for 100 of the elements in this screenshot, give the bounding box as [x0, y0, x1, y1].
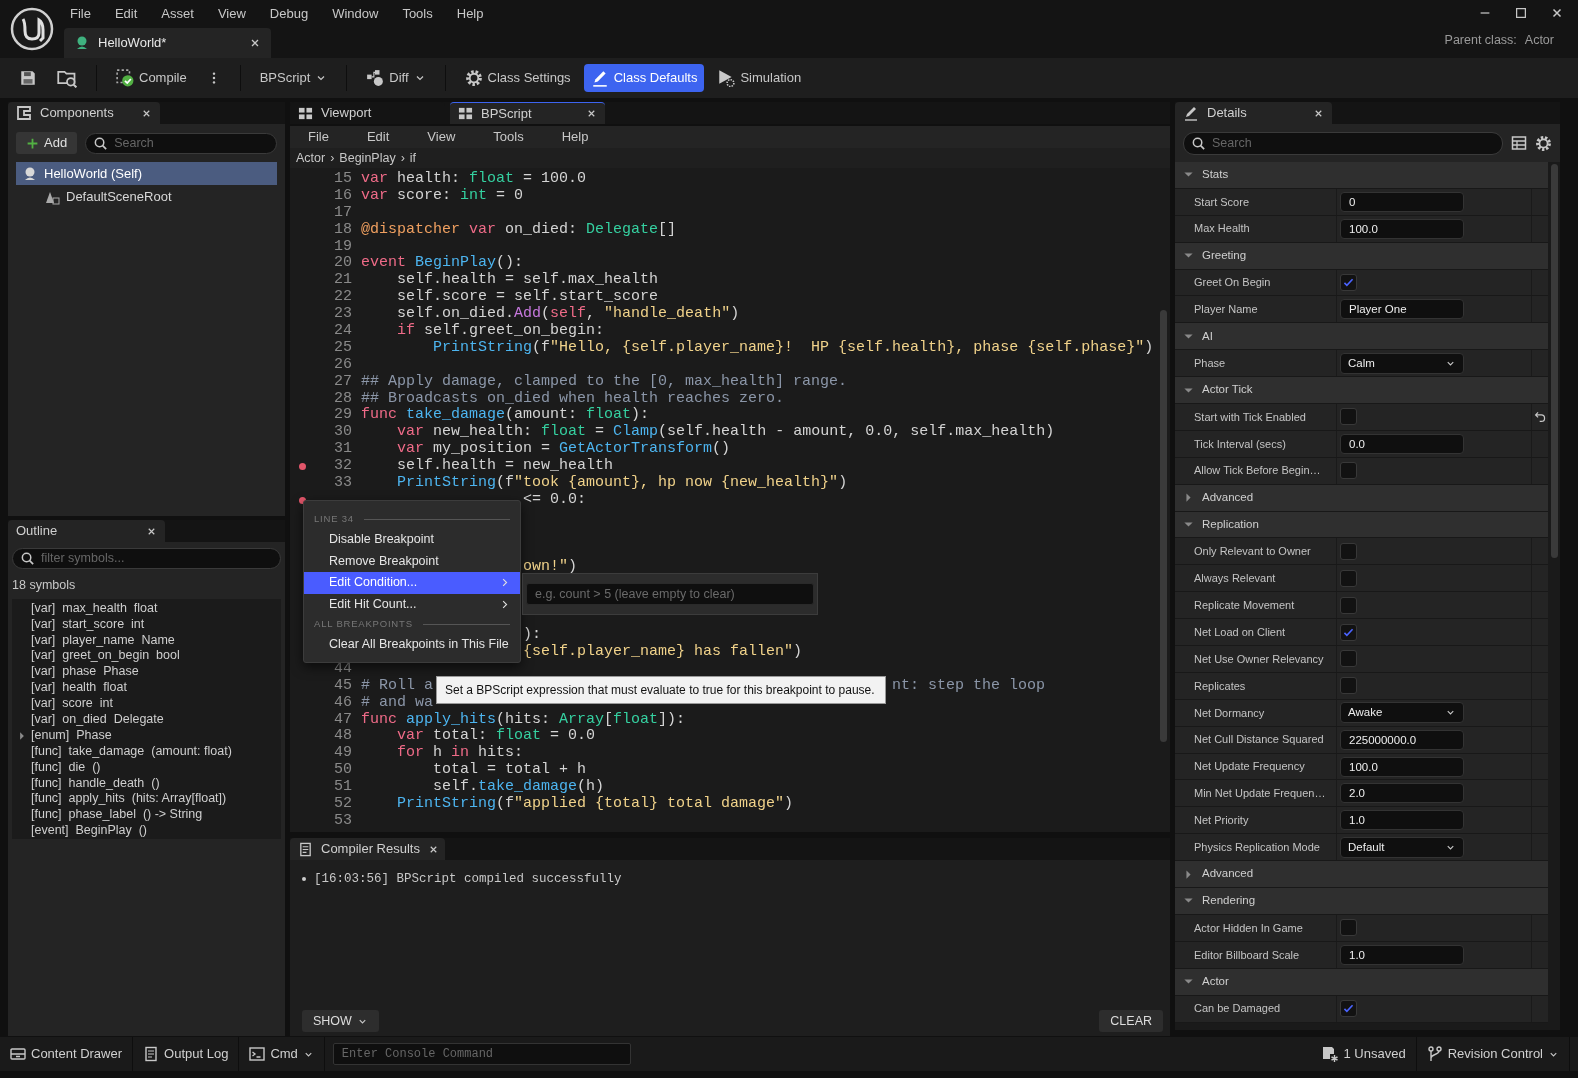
status-button[interactable]: Revision Control [1416, 1037, 1570, 1071]
filter-field[interactable]: filter symbols... [12, 548, 281, 569]
outline-item[interactable]: [func] handle_death () [31, 775, 160, 792]
checkbox[interactable] [1340, 650, 1357, 668]
menu-item[interactable]: Edit Condition... [304, 572, 520, 594]
checkbox[interactable] [1340, 542, 1357, 560]
menu-item[interactable]: Help [456, 4, 484, 24]
outline-item[interactable]: [func] take_damage (amount: float) [31, 743, 232, 760]
checkbox[interactable] [1340, 408, 1357, 426]
menu-item[interactable]: Clear All Breakpoints in This File [304, 634, 520, 656]
section-title[interactable]: Greeting [1202, 247, 1247, 265]
editor-tab[interactable]: BPScript [450, 102, 605, 124]
toolbar-button[interactable]: Class Settings [457, 64, 578, 92]
menu-item[interactable]: Remove Breakpoint [304, 550, 520, 572]
text-field[interactable]: 100.0 [1340, 756, 1464, 777]
menu-item[interactable]: Tools [493, 127, 524, 147]
add-button[interactable]: Add [16, 132, 78, 154]
checkbox[interactable] [1340, 462, 1357, 480]
parent-class-link[interactable]: Actor [1524, 31, 1554, 50]
section-title[interactable]: Advanced [1202, 489, 1254, 507]
section-title[interactable]: Advanced [1202, 865, 1254, 883]
menu-item[interactable]: Edit Hit Count... [304, 593, 520, 615]
asset-tab[interactable]: HelloWorld* [64, 28, 271, 58]
status-button[interactable]: Cmd [239, 1037, 325, 1071]
outline-item[interactable]: [func] phase_label () -> String [31, 807, 203, 824]
toolbar-button[interactable]: Compile [109, 64, 194, 92]
menu-item[interactable]: Disable Breakpoint [304, 529, 520, 551]
outline-item[interactable]: [var] health float [31, 680, 127, 697]
text-field[interactable]: 0 [1340, 191, 1464, 212]
text-field[interactable]: 1.0 [1340, 810, 1464, 831]
scrollbar[interactable] [1160, 310, 1167, 742]
text-field[interactable]: 2.0 [1340, 783, 1464, 804]
checkbox[interactable] [1340, 596, 1357, 614]
maximize-icon[interactable] [1514, 6, 1528, 20]
section-title[interactable]: Stats [1202, 166, 1229, 184]
section-title[interactable]: Replication [1202, 515, 1259, 534]
outline-item[interactable]: [var] max_health float [31, 600, 158, 617]
checkbox[interactable] [1340, 569, 1357, 587]
condition-field[interactable]: e.g. count > 5 (leave empty to clear) [526, 583, 814, 605]
console-field[interactable]: Enter Console Command [332, 1043, 631, 1065]
checkbox[interactable] [1340, 677, 1357, 695]
checkbox[interactable] [1340, 919, 1357, 937]
outline-item[interactable]: [var] player_name Name [31, 632, 175, 649]
search-field[interactable]: Search [114, 133, 269, 153]
status-button[interactable]: 1 Unsaved [1312, 1037, 1417, 1071]
text-field[interactable]: 1.0 [1340, 944, 1464, 965]
expand-icon[interactable] [1183, 519, 1194, 530]
close-icon[interactable] [249, 37, 261, 49]
reset-icon[interactable] [1533, 410, 1547, 424]
outline-item[interactable]: [event] BeginPlay () [31, 823, 148, 840]
tree-item[interactable]: HelloWorld (Self) [16, 162, 277, 185]
panel-tab[interactable]: Details [1175, 102, 1332, 124]
breadcrumb-link[interactable]: BeginPlay [339, 148, 396, 168]
outline-item[interactable]: [func] apply_hits (hits: Array[float]) [31, 791, 227, 808]
outline-item[interactable]: [var] phase Phase [31, 664, 139, 681]
settings-icon[interactable] [1535, 134, 1552, 152]
scrollbar[interactable] [1551, 164, 1558, 558]
menu-item[interactable]: File [308, 127, 329, 147]
breakpoint-icon[interactable] [298, 496, 306, 504]
section-title[interactable]: Rendering [1202, 892, 1256, 910]
close-icon[interactable] [586, 108, 597, 119]
menu-item[interactable]: Edit [114, 4, 138, 24]
toolbar-button[interactable]: Simulation [710, 64, 809, 92]
status-button[interactable]: Output Log [133, 1037, 240, 1071]
search-field[interactable]: Search [85, 132, 277, 154]
clear-button[interactable]: CLEAR [1099, 1010, 1163, 1032]
menu-item[interactable]: View [217, 4, 246, 24]
show-button[interactable]: SHOW [302, 1010, 379, 1032]
outline-item[interactable]: [var] start_score int [31, 616, 145, 633]
checkbox[interactable] [1340, 623, 1357, 641]
text-field[interactable]: 225000000.0 [1340, 729, 1464, 750]
menu-item[interactable]: View [427, 127, 456, 147]
filter-field[interactable]: filter symbols... [41, 549, 273, 568]
dropdown[interactable]: Calm [1340, 352, 1464, 374]
close-icon[interactable] [1550, 6, 1564, 20]
checkbox[interactable] [1340, 274, 1357, 291]
outline-item[interactable]: [var] score int [31, 696, 113, 712]
toolbar-button[interactable]: Diff [359, 64, 433, 92]
menu-item[interactable]: Debug [269, 4, 309, 24]
outline-item[interactable]: [var] greet_on_begin bool [31, 648, 180, 665]
panel-tab[interactable]: Compiler Results [290, 838, 445, 860]
text-field[interactable]: Player One [1340, 299, 1464, 320]
outline-item[interactable]: [func] die () [31, 759, 101, 776]
section-title[interactable]: Actor Tick [1202, 381, 1253, 399]
dropdown[interactable]: Awake [1340, 702, 1464, 724]
section-title[interactable]: Actor [1202, 973, 1229, 991]
outline-item[interactable]: [enum] Phase [31, 727, 112, 744]
section-title[interactable]: AI [1202, 327, 1213, 345]
checkbox[interactable] [1340, 1000, 1357, 1018]
dropdown[interactable]: Default [1340, 836, 1464, 858]
toolbar-button[interactable]: BPScript [252, 64, 335, 92]
menu-item[interactable]: Edit [366, 127, 390, 147]
expand-icon[interactable] [1183, 868, 1194, 880]
panel-tab[interactable]: Components [8, 102, 160, 124]
breadcrumb-link[interactable]: if [409, 148, 417, 168]
menu-item[interactable]: Asset [161, 4, 194, 24]
menu-item[interactable]: File [70, 4, 91, 24]
menu-item[interactable]: Window [332, 4, 379, 24]
menu-item[interactable]: Help [561, 127, 589, 147]
menu-item[interactable]: Tools [402, 4, 433, 24]
